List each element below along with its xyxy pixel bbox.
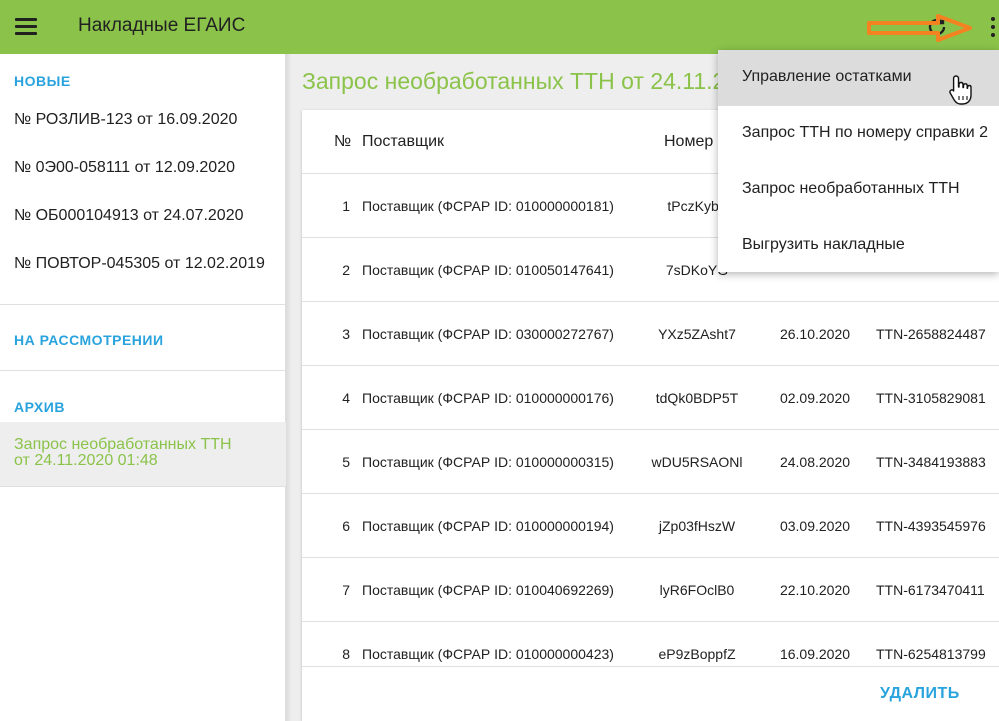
sidebar-item-invoice[interactable]: № РОЗЛИВ-123 от 16.09.2020 (14, 111, 237, 129)
cell-id: eP9zBoppfZ (658, 646, 736, 662)
table-row[interactable]: 5 Поставщик (ФСРАР ID: 010000000315) wDU… (302, 430, 999, 494)
cell-date: 02.09.2020 (779, 390, 851, 406)
menu-item-request-unprocessed[interactable]: Запрос необработанных ТТН (718, 162, 999, 218)
hamburger-menu-button[interactable] (11, 13, 41, 39)
cell-date: 24.08.2020 (779, 454, 851, 470)
cell-num: 3 (342, 326, 350, 342)
cell-ttn: TTN-4393545976 (876, 518, 986, 534)
cell-id: YXz5ZAsht7 (658, 326, 736, 342)
menu-item-label: Управление остатками (742, 68, 912, 85)
cell-ttn: TTN-6254813799 (876, 646, 986, 662)
hand-pointer-icon (949, 75, 972, 105)
cell-id: lyR6FOclB0 (659, 582, 735, 598)
sidebar-item-selected[interactable]: Запрос необработанных ТТН от 24.11.2020 … (0, 422, 286, 486)
cell-supplier: Поставщик (ФСРАР ID: 010040692269) (362, 582, 614, 598)
cell-supplier: Поставщик (ФСРАР ID: 010050147641) (362, 262, 614, 278)
cell-num: 8 (342, 646, 350, 662)
table-row[interactable]: 6 Поставщик (ФСРАР ID: 010000000194) jZp… (302, 494, 999, 558)
sidebar-item-invoice[interactable]: № 0Э00-058111 от 12.09.2020 (14, 159, 235, 177)
sidebar-item-sublabel: от 24.11.2020 01:48 (14, 452, 158, 469)
menu-item-label: Запрос необработанных ТТН (742, 180, 960, 197)
table-row[interactable]: 8 Поставщик (ФСРАР ID: 010000000423) eP9… (302, 622, 999, 666)
cell-id: wDU5RSAONl (651, 454, 743, 470)
app-bar: Накладные ЕГАИС (0, 0, 999, 54)
sidebar: НОВЫЕ № РОЗЛИВ-123 от 16.09.2020 № 0Э00-… (0, 54, 286, 721)
cell-supplier: Поставщик (ФСРАР ID: 010000000176) (362, 390, 614, 406)
delete-button[interactable]: УДАЛИТЬ (880, 685, 960, 703)
column-header-num: № (334, 133, 352, 150)
hamburger-icon-bar (15, 32, 37, 35)
cell-id: tdQk0BDP5T (655, 390, 739, 406)
more-options-button[interactable] (980, 12, 999, 42)
card-footer: УДАЛИТЬ (302, 666, 999, 721)
app-title: Накладные ЕГАИС (78, 15, 246, 36)
cell-date: 26.10.2020 (779, 326, 851, 342)
hamburger-icon-bar (15, 25, 37, 28)
cell-supplier: Поставщик (ФСРАР ID: 010000000181) (362, 198, 614, 214)
cell-ttn: TTN-3484193883 (876, 454, 986, 470)
divider (0, 370, 286, 371)
hamburger-icon (15, 18, 37, 21)
more-vert-icon-dot (991, 25, 995, 29)
menu-item-label: Выгрузить накладные (742, 236, 905, 253)
arrow-right-icon (867, 14, 972, 42)
sidebar-item-invoice[interactable]: № ПОВТОР-045305 от 12.02.2019 (14, 255, 265, 273)
menu-item-request-by-certificate[interactable]: Запрос ТТН по номеру справки 2 (718, 106, 999, 162)
sidebar-shadow (286, 54, 292, 721)
cell-date: 16.09.2020 (779, 646, 851, 662)
cell-supplier: Поставщик (ФСРАР ID: 030000272767) (362, 326, 614, 342)
cell-supplier: Поставщик (ФСРАР ID: 010000000423) (362, 646, 614, 662)
section-header-review[interactable]: НА РАССМОТРЕНИИ (14, 332, 164, 348)
cell-num: 4 (342, 390, 350, 406)
column-header-supplier: Поставщик (362, 133, 445, 150)
cell-num: 2 (342, 262, 350, 278)
divider (0, 486, 286, 487)
sidebar-item-invoice[interactable]: № ОБ000104913 от 24.07.2020 (14, 207, 243, 225)
table-row[interactable]: 3 Поставщик (ФСРАР ID: 030000272767) YXz… (302, 302, 999, 366)
column-header-number: Номер (664, 133, 714, 150)
cell-id: jZp03fHszW (658, 518, 736, 534)
cell-supplier: Поставщик (ФСРАР ID: 010000000315) (362, 454, 614, 470)
cell-ttn: TTN-6173470411 (876, 582, 985, 598)
more-vert-icon (991, 17, 995, 21)
divider (0, 304, 286, 305)
section-header-archive: АРХИВ (14, 399, 65, 415)
cell-num: 5 (342, 454, 350, 470)
cell-ttn: TTN-2658824487 (876, 326, 986, 342)
cell-num: 7 (342, 582, 350, 598)
menu-item-label: Запрос ТТН по номеру справки 2 (742, 124, 989, 141)
table-row[interactable]: 4 Поставщик (ФСРАР ID: 010000000176) tdQ… (302, 366, 999, 430)
cell-date: 22.10.2020 (779, 582, 851, 598)
sidebar-item-label: Запрос необработанных ТТН (14, 436, 232, 453)
section-header-new: НОВЫЕ (14, 73, 71, 89)
cell-ttn: TTN-3105829081 (876, 390, 986, 406)
more-vert-icon-dot (991, 33, 995, 37)
table-row[interactable]: 7 Поставщик (ФСРАР ID: 010040692269) lyR… (302, 558, 999, 622)
cell-num: 1 (342, 198, 350, 214)
cell-num: 6 (342, 518, 350, 534)
cell-supplier: Поставщик (ФСРАР ID: 010000000194) (362, 518, 614, 534)
cell-date: 03.09.2020 (779, 518, 851, 534)
menu-item-export-invoices[interactable]: Выгрузить накладные (718, 218, 999, 274)
